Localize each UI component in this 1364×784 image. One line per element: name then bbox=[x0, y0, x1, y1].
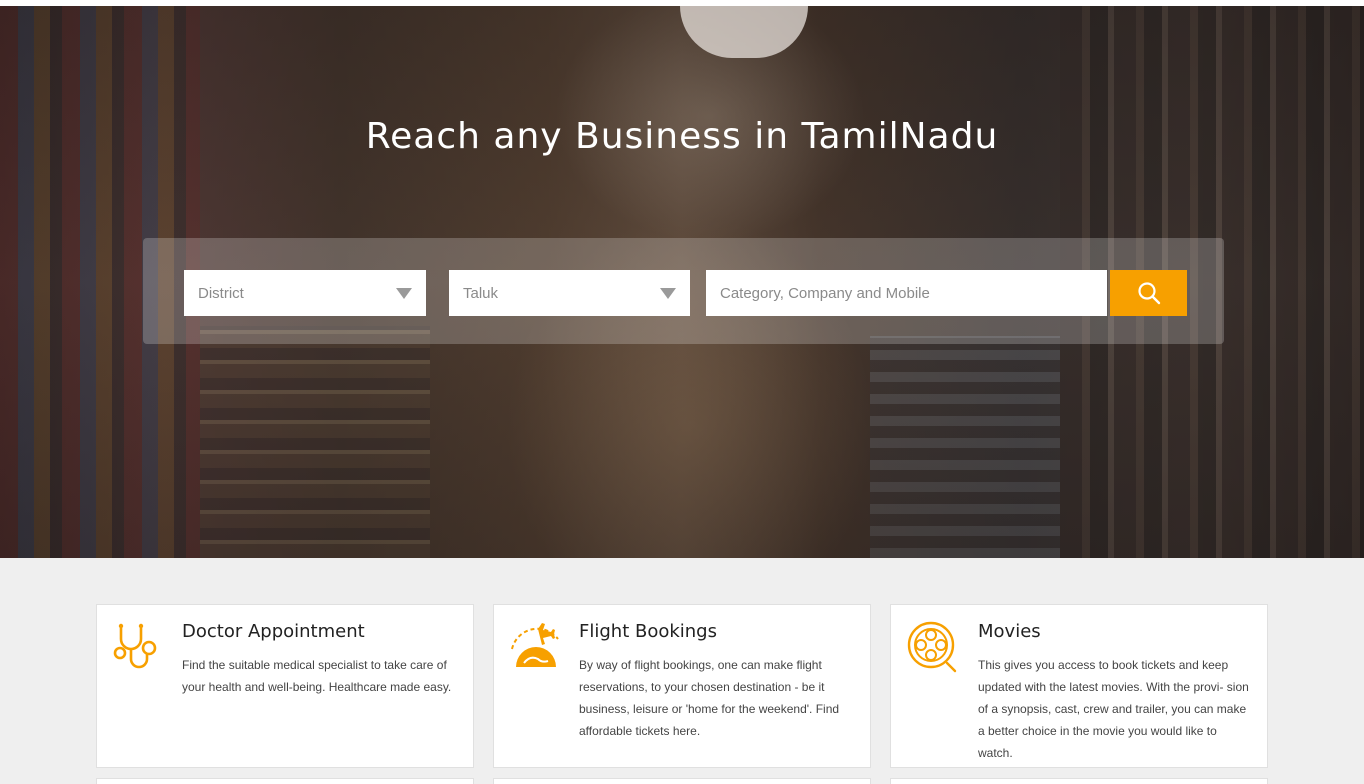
service-card-doctor-appointment[interactable]: Doctor Appointment Find the suitable med… bbox=[96, 604, 474, 768]
service-card-partial bbox=[493, 778, 871, 784]
service-card-description: This gives you access to book tickets an… bbox=[978, 658, 1249, 760]
dropdown-arrow-icon bbox=[660, 288, 676, 299]
film-reel-icon bbox=[907, 621, 957, 673]
hero-background-lamp bbox=[680, 6, 808, 58]
service-card-partial bbox=[96, 778, 474, 784]
hero-title: Reach any Business in TamilNadu bbox=[365, 116, 999, 157]
stethoscope-icon bbox=[113, 623, 157, 669]
district-select[interactable]: District bbox=[184, 270, 426, 316]
airplane-globe-icon bbox=[511, 623, 559, 667]
search-input[interactable] bbox=[706, 270, 1107, 316]
service-card-description: By way of flight bookings, one can make … bbox=[579, 658, 840, 738]
taluk-select-label: Taluk bbox=[463, 284, 499, 302]
service-card-title: Movies bbox=[978, 621, 1041, 642]
services-section: Doctor Appointment Find the suitable med… bbox=[0, 558, 1364, 784]
search-icon bbox=[1137, 282, 1160, 305]
dropdown-arrow-icon bbox=[396, 288, 412, 299]
service-card-movies[interactable]: Movies This gives you access to book tic… bbox=[890, 604, 1268, 768]
hero-background-stall bbox=[200, 326, 430, 558]
service-card-description: Find the suitable medical specialist to … bbox=[182, 658, 452, 694]
taluk-select[interactable]: Taluk bbox=[449, 270, 690, 316]
service-card-flight-bookings[interactable]: Flight Bookings By way of flight booking… bbox=[493, 604, 871, 768]
search-panel: District Taluk bbox=[143, 238, 1224, 344]
service-card-partial bbox=[890, 778, 1268, 784]
hero-background-stall bbox=[870, 336, 1060, 558]
search-button[interactable] bbox=[1110, 270, 1187, 316]
service-card-title: Flight Bookings bbox=[579, 621, 717, 642]
service-card-title: Doctor Appointment bbox=[182, 621, 365, 642]
district-select-label: District bbox=[198, 284, 244, 302]
